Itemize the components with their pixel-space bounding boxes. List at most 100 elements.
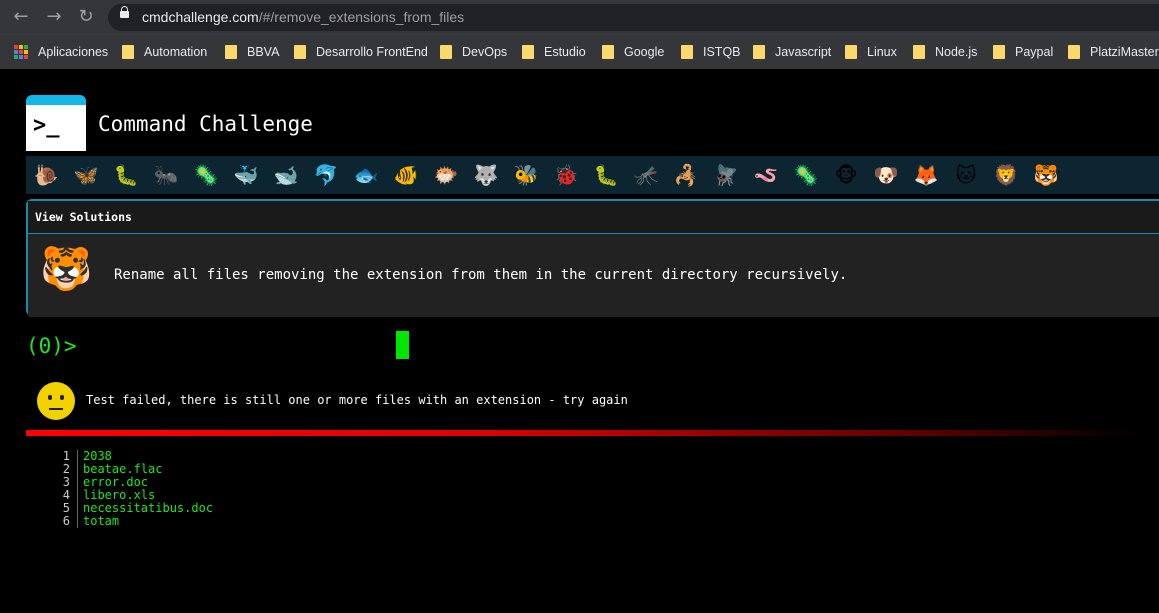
bookmark-estudio[interactable]: Estudio: [522, 42, 586, 62]
bookmark-devops[interactable]: DevOps: [440, 42, 507, 62]
tropical-fish-icon[interactable]: 🐠: [386, 156, 426, 194]
lion-icon[interactable]: 🦁: [986, 156, 1026, 194]
output-line: 6 totam: [56, 515, 213, 528]
level-selector: 🐌 🦋 🐛 🐜 🦠 🐳 🐋 🐬 🐟 🐠 🐡 🐺 🐝 🐞 🐛 🦟 🦂 🪰 🪱 🦠 🐵 🐶 🦊 🐱 🦁 🐯: [26, 156, 1159, 194]
bookmark-bbva[interactable]: BBVA: [225, 42, 279, 62]
terminal-logo[interactable]: >_: [26, 105, 86, 151]
folder-icon: [1068, 45, 1080, 59]
logo-accent: [26, 95, 86, 105]
whale-icon[interactable]: 🐳: [226, 156, 266, 194]
folder-icon: [681, 45, 693, 59]
face-eye: [60, 395, 64, 400]
page-title: Command Challenge: [98, 112, 313, 136]
folder-icon: [522, 45, 534, 59]
folder-icon: [440, 45, 452, 59]
folder-icon: [602, 45, 614, 59]
snake-icon[interactable]: 🪱: [746, 156, 786, 194]
challenge-description: Rename all files removing the extension …: [114, 267, 848, 283]
microbe-icon[interactable]: 🦠: [186, 156, 226, 194]
ladybug-icon[interactable]: 🐞: [546, 156, 586, 194]
bookmark-label: Javascript: [775, 45, 832, 59]
cat-icon[interactable]: 🐱: [946, 156, 986, 194]
folder-icon: [913, 45, 925, 59]
tiger-icon: 🐯: [40, 245, 93, 292]
bookmark-automation[interactable]: Automation: [122, 42, 207, 62]
scorpion-icon[interactable]: 🦂: [666, 156, 706, 194]
url-host: cmdchallenge.com: [142, 9, 259, 25]
status-bar: [26, 430, 1136, 436]
wolf-icon[interactable]: 🐺: [466, 156, 506, 194]
butterfly-icon[interactable]: 🦋: [66, 156, 106, 194]
terminal-prompt: (0)>: [26, 334, 77, 358]
bookmark-istqb[interactable]: ISTQB: [681, 42, 741, 62]
url-path: /#/remove_extensions_from_files: [258, 9, 465, 25]
bookmark-paypal[interactable]: Paypal: [993, 42, 1053, 62]
address-row: ← → ↻ cmdchallenge.com/#/remove_extensio…: [0, 0, 1159, 34]
challenge-panel: View Solutions 🐯 Rename all files removi…: [26, 199, 1159, 317]
folder-icon: [993, 45, 1005, 59]
result-message: Test failed, there is still one or more …: [86, 393, 628, 407]
face-eye: [48, 395, 52, 400]
bacteria-icon[interactable]: 🦠: [786, 156, 826, 194]
bookmark-linux[interactable]: Linux: [845, 42, 897, 62]
bookmark-label: DevOps: [462, 45, 508, 59]
caterpillar-icon[interactable]: 🐛: [106, 156, 146, 194]
bookmark-label: Estudio: [544, 45, 586, 59]
bookmark-label: Desarrollo FrontEnd: [316, 45, 428, 59]
bookmark-platzimaster[interactable]: PlatziMaster: [1068, 42, 1159, 62]
folder-icon: [225, 45, 237, 59]
apps-grid-icon: [14, 45, 28, 59]
folder-icon: [845, 45, 857, 59]
bookmark-label: Google: [624, 45, 665, 59]
challenge-body: 🐯 Rename all files removing the extensio…: [28, 234, 1159, 317]
bookmark-label: Linux: [867, 45, 897, 59]
bookmark-frontend[interactable]: Desarrollo FrontEnd: [294, 42, 428, 62]
pufferfish-icon[interactable]: 🐡: [426, 156, 466, 194]
address-bar[interactable]: cmdchallenge.com/#/remove_extensions_fro…: [108, 4, 1159, 31]
output-line: 5 necessitatibus.doc: [56, 502, 213, 515]
bee-icon[interactable]: 🐝: [506, 156, 546, 194]
mosquito-icon[interactable]: 🦟: [626, 156, 666, 194]
bookmark-apps[interactable]: Aplicaciones: [14, 42, 108, 62]
bookmark-google[interactable]: Google: [602, 42, 664, 62]
reload-button[interactable]: ↻: [75, 6, 97, 28]
fox-icon[interactable]: 🦊: [906, 156, 946, 194]
folder-icon: [122, 45, 134, 59]
back-button[interactable]: ←: [10, 6, 32, 28]
line-number: 6: [56, 515, 78, 528]
dog-icon[interactable]: 🐶: [866, 156, 906, 194]
bookmarks-bar: Aplicaciones Automation BBVA Desarrollo …: [0, 34, 1159, 69]
bookmark-label: Paypal: [1015, 45, 1054, 59]
monkey-icon[interactable]: 🐵: [826, 156, 866, 194]
whale2-icon[interactable]: 🐋: [266, 156, 306, 194]
dolphin-icon[interactable]: 🐬: [306, 156, 346, 194]
forward-button[interactable]: →: [43, 6, 65, 28]
folder-icon: [294, 45, 306, 59]
terminal-cursor: [396, 331, 409, 359]
snail-icon[interactable]: 🐌: [26, 156, 66, 194]
terminal-prompt-icon: >_: [33, 113, 60, 138]
bookmark-label: Node.js: [935, 45, 978, 59]
bookmark-nodejs[interactable]: Node.js: [913, 42, 977, 62]
worm-icon[interactable]: 🐛: [586, 156, 626, 194]
bookmark-javascript[interactable]: Javascript: [753, 42, 831, 62]
bookmark-label: PlatziMaster: [1090, 45, 1159, 59]
folder-icon: [753, 45, 765, 59]
line-text: totam: [83, 514, 120, 528]
fly-icon[interactable]: 🪰: [706, 156, 746, 194]
view-solutions-link[interactable]: View Solutions: [28, 201, 1159, 234]
neutral-face-icon: [37, 382, 75, 420]
lock-icon: [120, 6, 129, 18]
browser-chrome: ← → ↻ cmdchallenge.com/#/remove_extensio…: [0, 0, 1159, 69]
face-mouth: [49, 408, 63, 410]
url-text[interactable]: cmdchallenge.com/#/remove_extensions_fro…: [142, 9, 464, 25]
command-output: 1 2038 2 beatae.flac 3 error.doc 4 libero.xl…: [56, 450, 213, 528]
bookmark-label: Aplicaciones: [38, 45, 109, 59]
bookmark-label: ISTQB: [703, 45, 741, 59]
tiger-icon[interactable]: 🐯: [1026, 156, 1066, 194]
fish-icon[interactable]: 🐟: [346, 156, 386, 194]
bookmark-label: BBVA: [247, 45, 280, 59]
ant-icon[interactable]: 🐜: [146, 156, 186, 194]
command-input[interactable]: [90, 330, 414, 364]
bookmark-label: Automation: [144, 45, 208, 59]
